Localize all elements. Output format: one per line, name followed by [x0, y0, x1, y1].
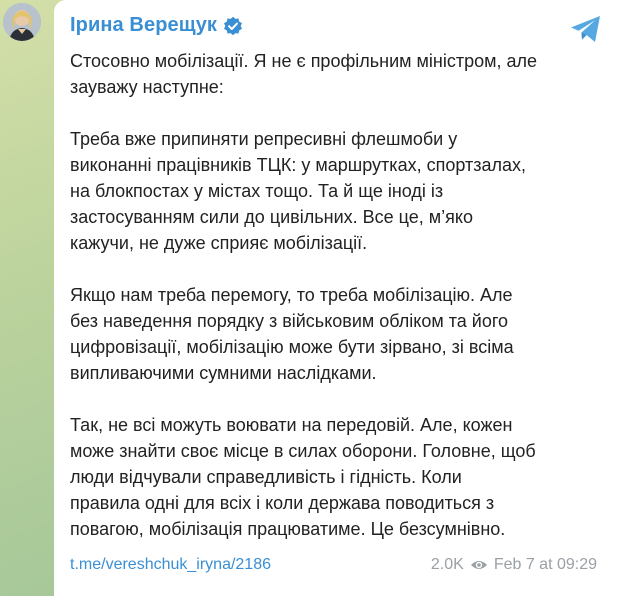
message-timestamp: Feb 7 at 09:29 [493, 556, 597, 573]
message-header: Ірина Верещук [70, 14, 243, 37]
paragraph-3: Якщо нам треба перемогу, то треба мобілі… [70, 285, 514, 383]
message-card: Ірина Верещук Стосовно мобілізації. Я не… [54, 0, 621, 596]
eye-icon [470, 558, 488, 572]
message-footer: t.me/vereshchuk_iryna/2186 2.0K Feb 7 at… [70, 553, 597, 577]
message-text: Стосовно мобілізації. Я не є профільним … [70, 48, 600, 542]
view-count: 2.0K [430, 556, 464, 573]
telegram-share-icon[interactable] [569, 14, 603, 44]
paragraph-1: Стосовно мобілізації. Я не є профільним … [70, 51, 537, 97]
paragraph-4: Так, не всі можуть воювати на передовій.… [70, 415, 536, 539]
author-name[interactable]: Ірина Верещук [70, 14, 217, 37]
message-meta: 2.0K Feb 7 at 09:29 [431, 556, 597, 574]
paragraph-2: Треба вже припиняти репресивні флешмоби … [70, 129, 526, 253]
verified-badge-icon [223, 16, 243, 36]
author-avatar[interactable] [3, 3, 41, 41]
post-link[interactable]: t.me/vereshchuk_iryna/2186 [70, 556, 271, 574]
avatar-image [3, 3, 41, 41]
